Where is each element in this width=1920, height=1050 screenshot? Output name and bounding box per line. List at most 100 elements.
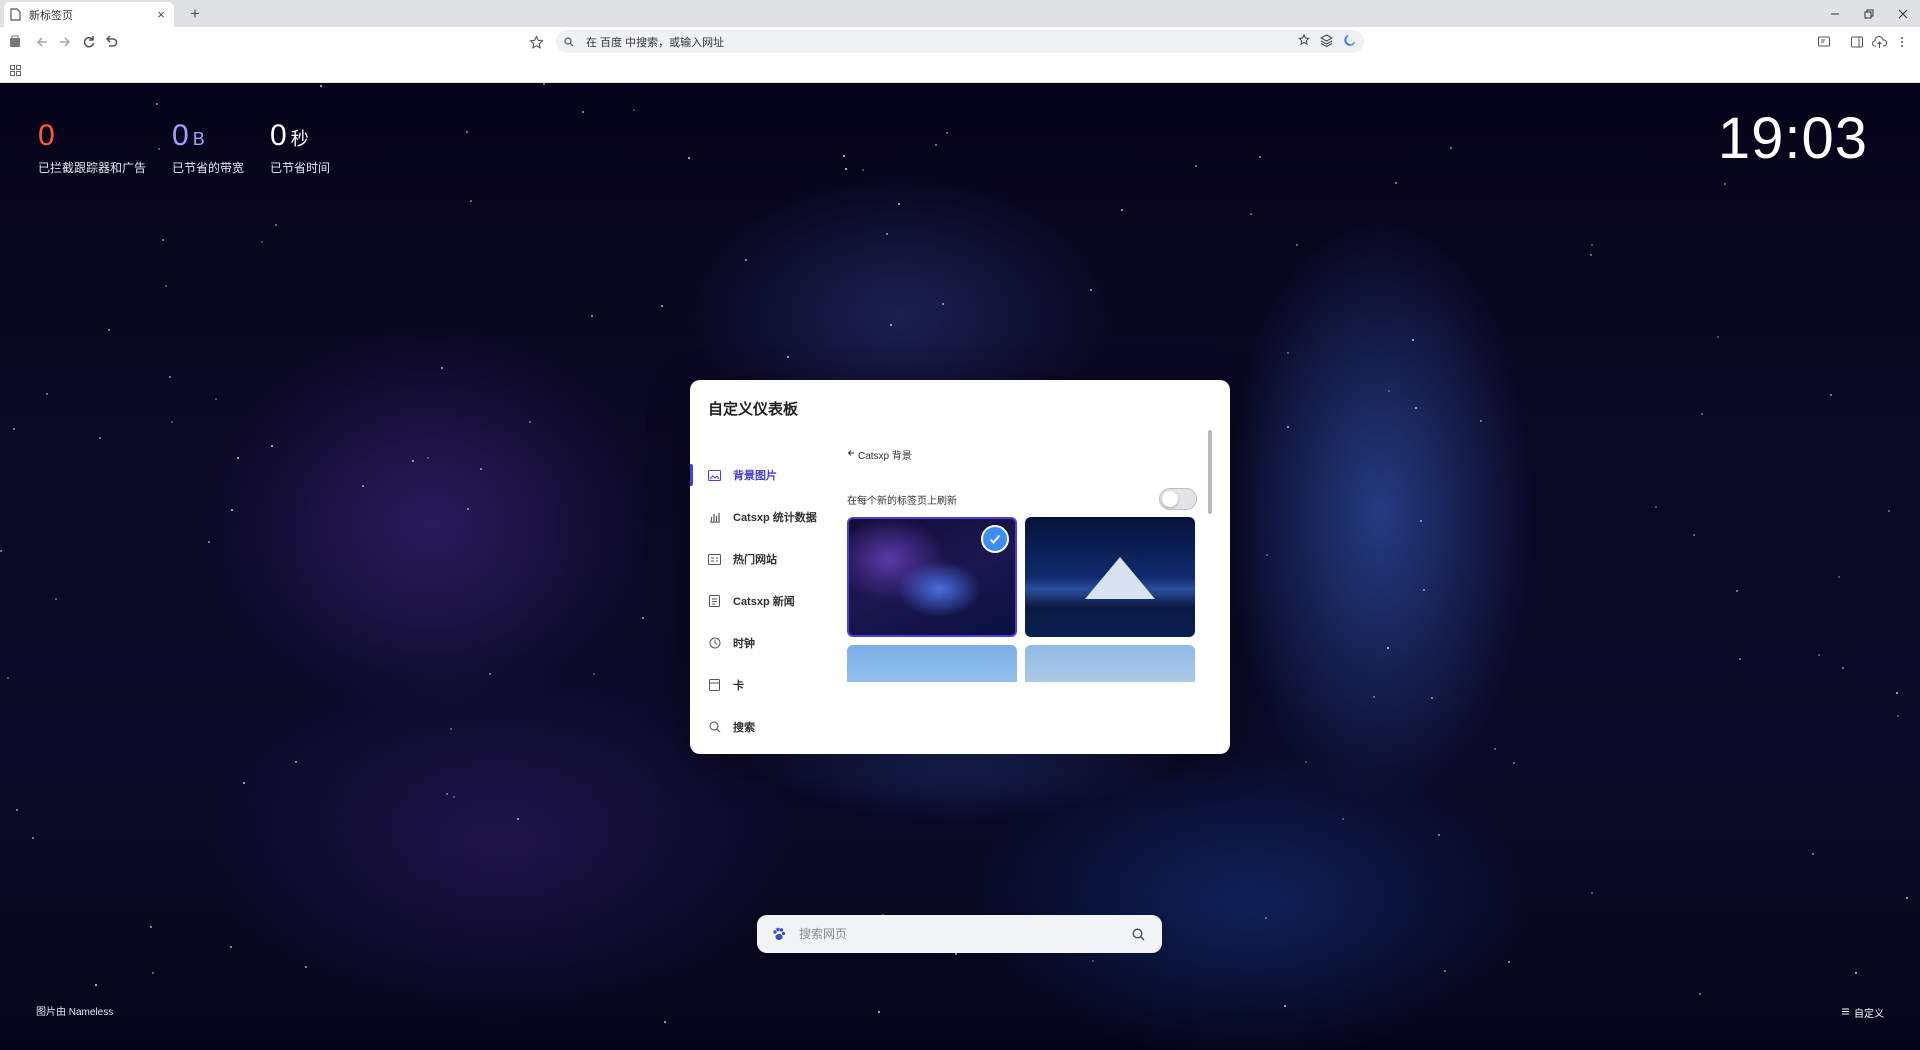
star-dot <box>305 966 307 968</box>
reader-mode-icon[interactable] <box>1815 33 1833 51</box>
apps-grid-icon[interactable] <box>6 61 24 79</box>
nav-search[interactable]: 搜索 <box>690 706 850 748</box>
news-icon <box>708 595 721 608</box>
close-window-icon[interactable] <box>1886 0 1920 27</box>
star-dot <box>593 673 595 675</box>
star-dot <box>1259 156 1261 158</box>
baidu-paw-icon[interactable] <box>771 926 787 942</box>
tab-new-tab-page[interactable]: 新标签页 × <box>4 2 174 27</box>
star-dot <box>162 239 164 241</box>
nav-cards[interactable]: 卡 <box>690 664 850 706</box>
dialog-scrollbar[interactable] <box>1208 430 1212 514</box>
star-dot <box>898 203 900 205</box>
bookmark-bar <box>0 56 1920 83</box>
star-icon[interactable] <box>1298 33 1310 49</box>
nav-top-sites[interactable]: 热门网站 <box>690 538 850 580</box>
star-dot <box>489 673 491 675</box>
star-dot <box>1121 209 1123 211</box>
back-link-label: Catsxp 背景 <box>858 451 912 462</box>
star-dot <box>1888 510 1890 512</box>
customize-button[interactable]: 自定义 <box>1841 1005 1884 1020</box>
address-bar[interactable]: 在 百度 中搜索，或输入网址 <box>556 30 1364 53</box>
star-dot <box>1897 715 1899 717</box>
search-submit-icon[interactable] <box>1132 928 1148 941</box>
tab-close-icon[interactable]: × <box>154 7 168 22</box>
sidebar-icon[interactable] <box>1848 33 1866 51</box>
mountain-shape <box>1085 557 1155 599</box>
minimize-icon[interactable] <box>1818 0 1852 27</box>
star-dot <box>1450 147 1452 149</box>
star-dot <box>1896 692 1898 694</box>
tab-title: 新标签页 <box>29 9 73 22</box>
undo-icon[interactable] <box>102 33 120 51</box>
star-dot <box>661 305 663 307</box>
time-saved-label: 已节省时间 <box>270 161 331 175</box>
star-dot <box>582 111 584 113</box>
star-dot <box>1296 244 1298 246</box>
star-dot <box>55 598 57 600</box>
bookmark-star-icon[interactable] <box>527 33 545 51</box>
shield-icon[interactable] <box>1319 33 1334 50</box>
time-saved-value: 0 <box>270 119 287 152</box>
background-thumbnail-mountain[interactable] <box>1025 517 1195 637</box>
nav-background-image[interactable]: 背景图片 <box>690 454 850 496</box>
cloud-upload-icon[interactable] <box>1870 33 1888 51</box>
refresh-label: 在每个新的标签页上刷新 <box>847 495 957 507</box>
refresh-setting-row: 在每个新的标签页上刷新 <box>847 488 1197 510</box>
star-dot <box>95 984 97 986</box>
star-dot <box>362 485 364 487</box>
star-dot <box>46 393 48 395</box>
star-dot <box>1739 658 1741 660</box>
star-dot <box>99 437 101 439</box>
star-dot <box>517 818 519 820</box>
sites-icon <box>708 553 721 566</box>
selected-check-icon <box>981 525 1009 553</box>
star-dot <box>1342 818 1344 820</box>
star-dot <box>1412 339 1414 341</box>
customize-label: 自定义 <box>1854 1009 1884 1020</box>
star-dot <box>529 421 531 423</box>
star-dot <box>787 356 789 358</box>
dialog-nav: 背景图片 Catsxp 统计数据 热门网站 Catsxp 新闻 时钟 卡 搜索 <box>690 454 850 748</box>
restore-icon[interactable] <box>1852 0 1886 27</box>
nav-label: 热门网站 <box>733 554 777 566</box>
star-dot <box>1699 993 1701 995</box>
reload-icon[interactable] <box>80 33 98 51</box>
back-icon[interactable] <box>33 33 51 51</box>
back-link[interactable]: Catsxp 背景 <box>847 447 912 462</box>
background-thumbnail-galaxy[interactable] <box>847 517 1017 637</box>
refresh-toggle[interactable] <box>1159 488 1197 510</box>
forward-icon[interactable] <box>56 33 74 51</box>
star-dot <box>1266 554 1268 556</box>
dark-mode-icon[interactable] <box>1343 34 1356 50</box>
nav-label: 卡 <box>733 680 744 692</box>
search-input[interactable] <box>799 927 1132 941</box>
star-dot <box>108 329 110 331</box>
background-thumbnail-coast[interactable] <box>1025 645 1195 682</box>
back-arrow-icon <box>847 449 855 460</box>
star-dot <box>1693 534 1695 536</box>
star-dot <box>1265 917 1267 919</box>
menu-icon[interactable] <box>1893 33 1911 51</box>
star-dot <box>1092 960 1094 962</box>
nav-stats[interactable]: Catsxp 统计数据 <box>690 496 850 538</box>
stats-widget: 0 已拦截跟踪器和广告 0B 已节省的带宽 0秒 已节省时间 <box>38 118 330 176</box>
nav-news[interactable]: Catsxp 新闻 <box>690 580 850 622</box>
star-dot <box>1090 289 1092 291</box>
star-dot <box>1388 390 1390 392</box>
star-dot <box>1420 520 1422 522</box>
star-dot <box>843 155 845 157</box>
background-thumbnail-cliffs[interactable] <box>847 645 1017 682</box>
nav-clock[interactable]: 时钟 <box>690 622 850 664</box>
trackers-blocked-label: 已拦截跟踪器和广告 <box>38 161 147 175</box>
new-tab-button[interactable]: + <box>184 3 206 25</box>
star-dot <box>1284 1005 1286 1007</box>
photo-credit[interactable]: 图片由 Nameless <box>36 1003 113 1018</box>
home-icon[interactable] <box>6 33 24 51</box>
time-saved-stat: 0秒 已节省时间 <box>270 118 330 176</box>
star-dot <box>427 457 429 459</box>
search-box[interactable] <box>757 915 1162 953</box>
star-dot <box>230 946 232 948</box>
star-dot <box>295 761 297 763</box>
bandwidth-saved-stat: 0B 已节省的带宽 <box>172 118 244 176</box>
